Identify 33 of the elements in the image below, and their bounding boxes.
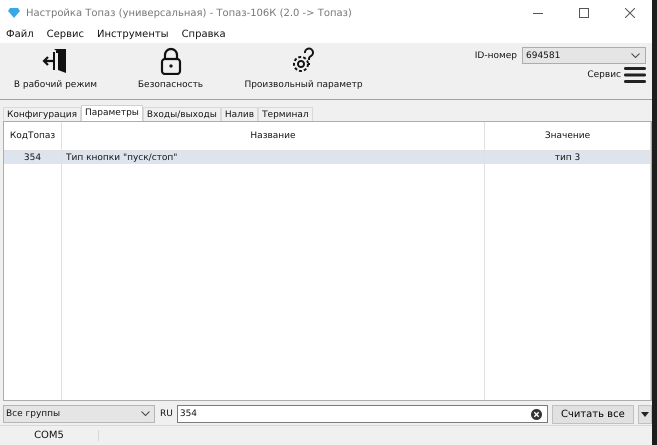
- caret-down-icon: [640, 412, 649, 416]
- chevron-down-icon: [141, 411, 150, 417]
- tab[interactable]: Налив: [220, 107, 258, 121]
- menu-item[interactable]: Справка: [182, 29, 226, 40]
- table-cell: тип 3: [554, 152, 580, 162]
- tab[interactable]: Входы/выходы: [142, 107, 221, 121]
- table-cell: 354: [24, 152, 42, 162]
- menu-item[interactable]: Сервис: [46, 29, 84, 40]
- toolbar-button[interactable]: В рабочий режим: [14, 80, 98, 90]
- group-dropdown[interactable]: Все группы: [3, 405, 155, 423]
- clear-icon: [530, 408, 542, 420]
- tab[interactable]: Терминал: [258, 107, 313, 121]
- read-all-button[interactable]: Считать все: [552, 404, 634, 424]
- diamond-icon: [8, 8, 20, 18]
- toolbar-button[interactable]: Безопасность: [138, 80, 204, 90]
- chevron-down-icon: [631, 52, 640, 58]
- search-field[interactable]: 354: [176, 405, 548, 423]
- status-text: COM5: [0, 430, 99, 441]
- dropdown-button[interactable]: [638, 404, 652, 424]
- maximize-icon: [579, 8, 589, 18]
- close-icon: [625, 8, 635, 18]
- id-dropdown[interactable]: 694581: [522, 47, 646, 64]
- window-title: Настройка Топаз (универсальная) - Топаз-106К (2.0 -> Топаз): [26, 8, 352, 18]
- tab[interactable]: Конфигурация: [3, 107, 81, 121]
- table-cell: Тип кнопки "пуск/стоп": [66, 152, 178, 162]
- tab[interactable]: Параметры: [81, 105, 143, 121]
- menu-item[interactable]: Инструменты: [97, 29, 169, 40]
- service-label: Сервис: [587, 70, 621, 80]
- language-label: RU: [160, 409, 173, 419]
- menu-item[interactable]: Файл: [6, 29, 34, 40]
- id-label: ID-номер: [474, 50, 517, 60]
- menu-icon: [624, 67, 646, 83]
- toolbar-button[interactable]: Произвольный параметр: [244, 80, 363, 90]
